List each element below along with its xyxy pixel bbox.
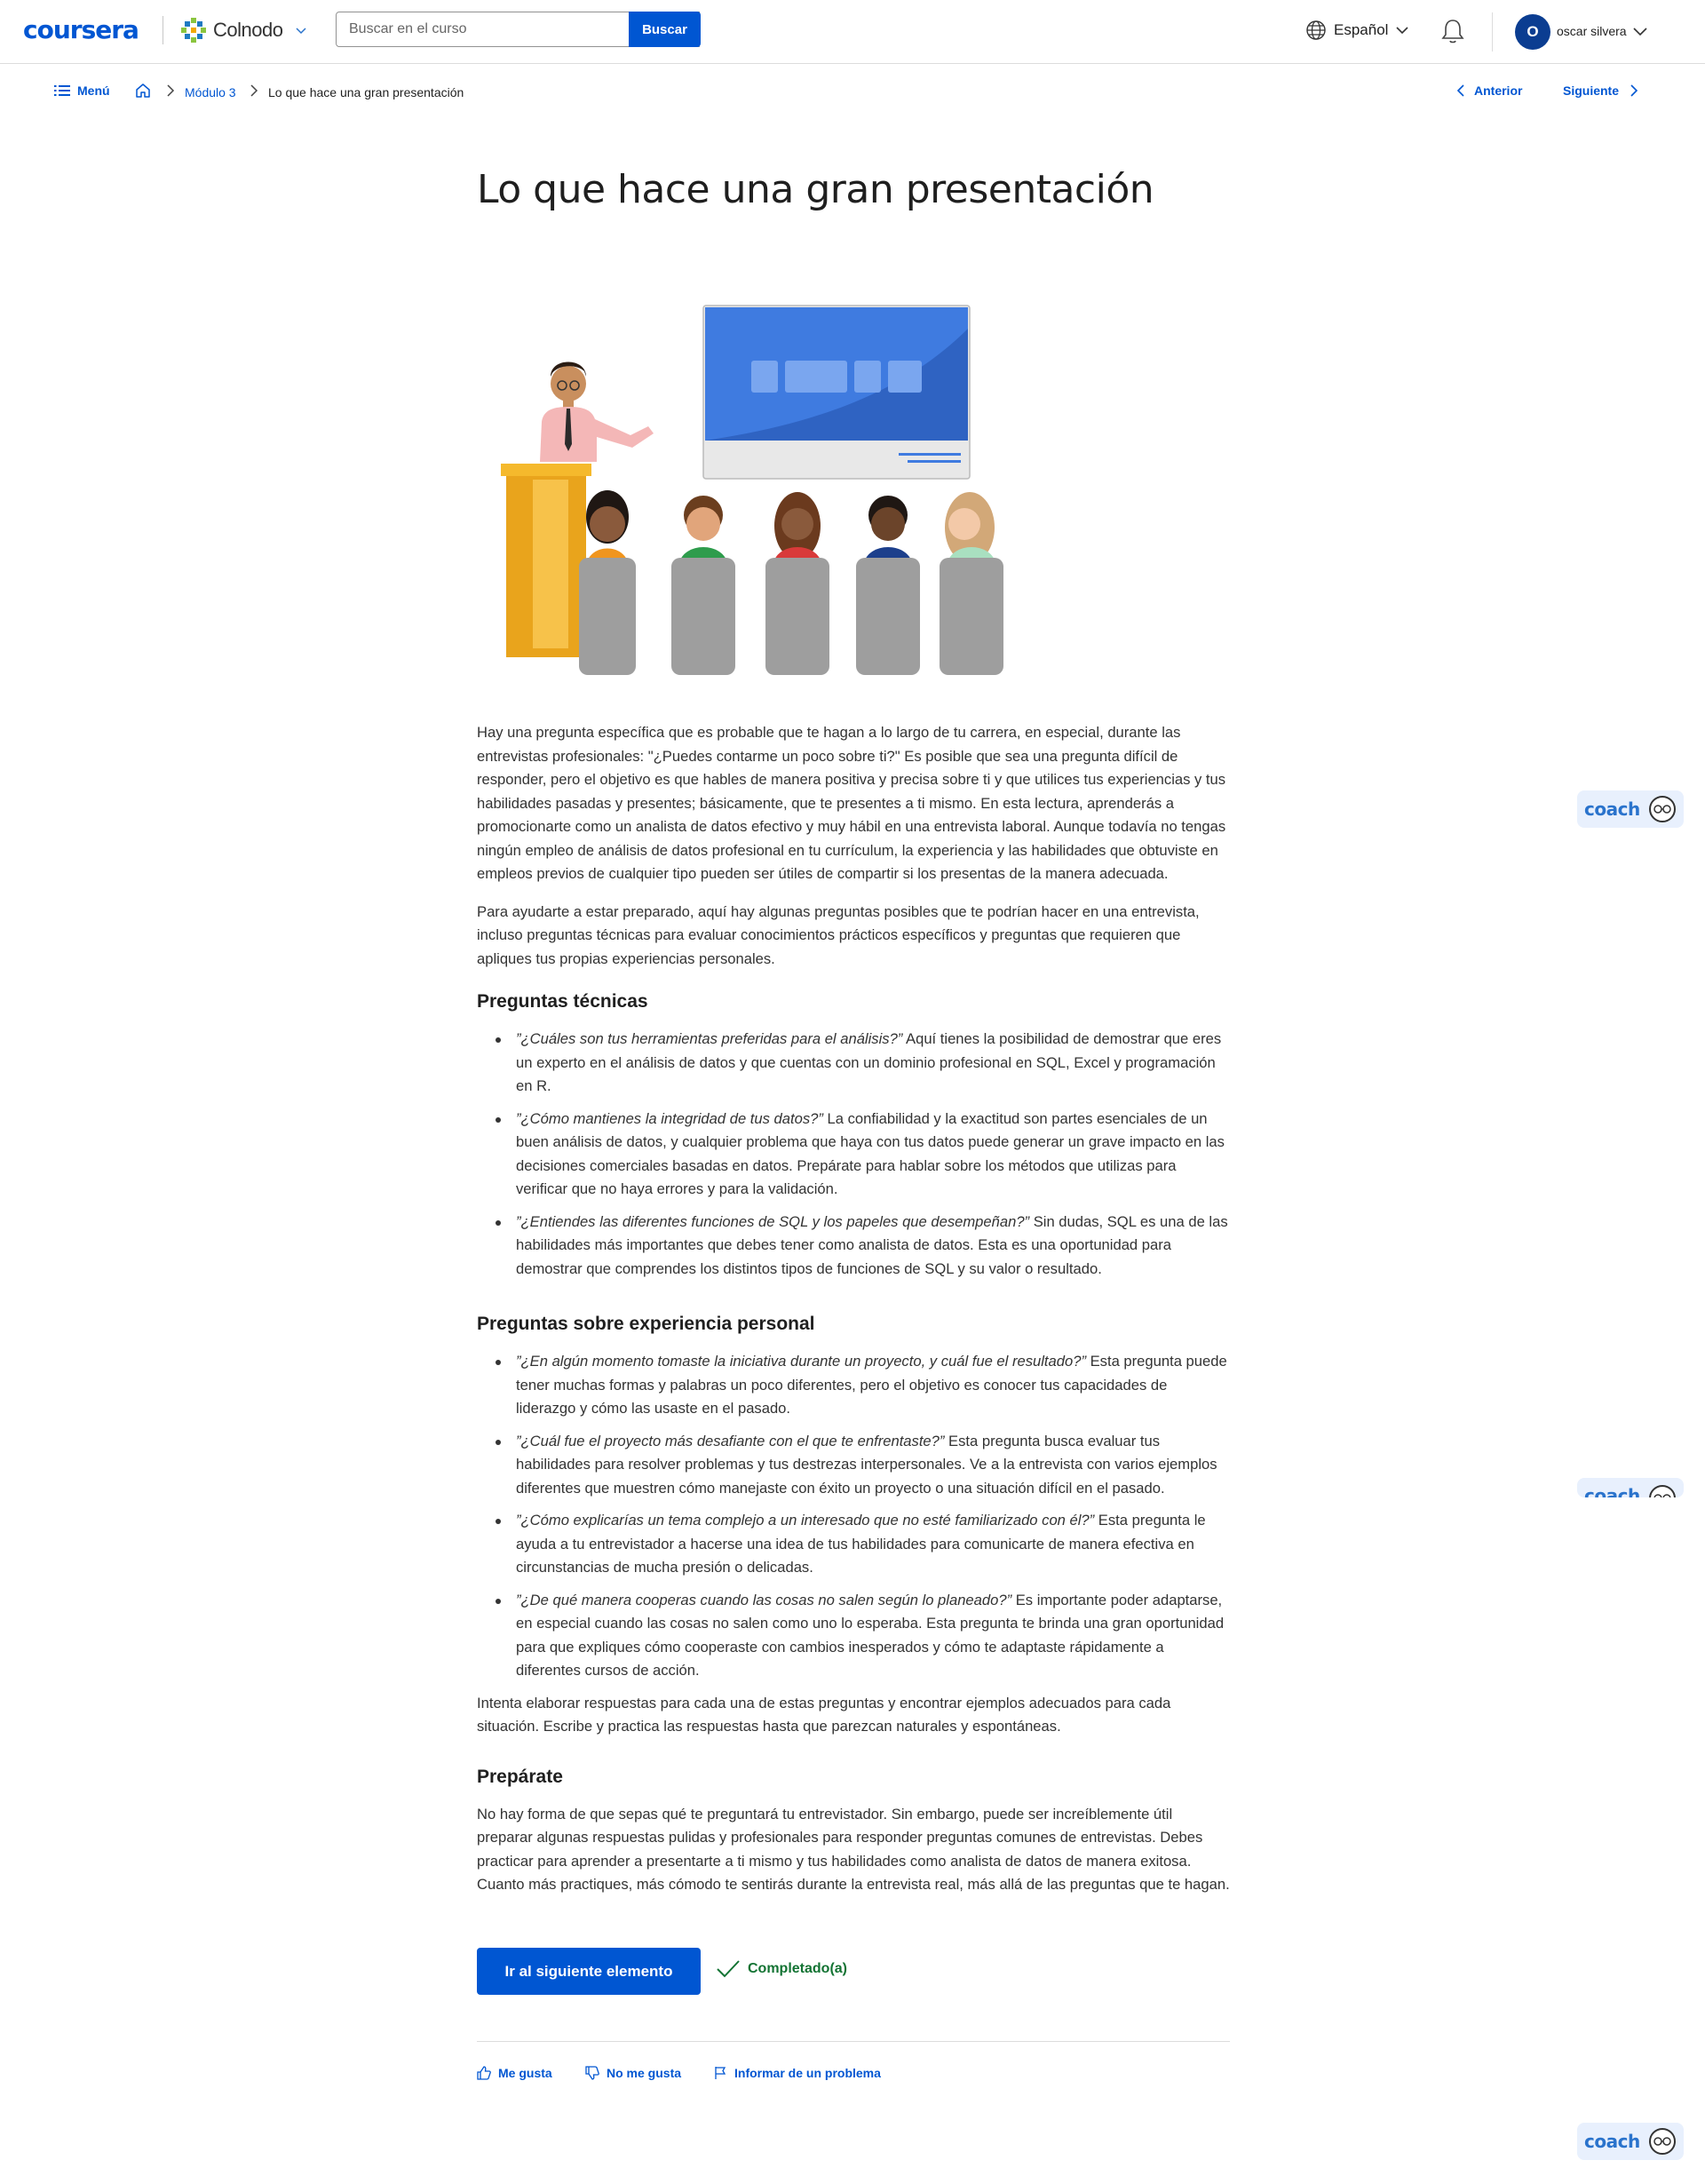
checkmark-icon [717,1960,740,1978]
divider [477,2041,1230,2042]
coach-button[interactable]: coach [1577,1478,1684,1497]
menu-button[interactable]: Menú [54,83,110,98]
home-icon[interactable] [135,83,151,99]
reading-content: Hay una pregunta específica que es proba… [477,721,1230,1911]
intro-paragraph: Hay una pregunta específica que es proba… [477,724,1226,882]
question-text: ”¿De qué manera cooperas cuando las cosa… [516,1591,1012,1608]
report-label: Informar de un problema [734,2066,881,2080]
chevron-right-icon [250,84,258,97]
dislike-label: No me gusta [607,2066,682,2080]
coursera-logo[interactable]: coursera [23,15,139,44]
presentation-illustration [501,305,1003,675]
list-item: ”¿Cómo explicarías un tema complejo a un… [496,1509,1230,1580]
question-text: ”¿Cómo explicarías un tema complejo a un… [516,1512,1095,1529]
flag-icon [715,2067,726,2079]
technical-questions-list: ”¿Cuáles son tus herramientas preferidas… [496,1028,1230,1282]
dislike-button[interactable]: No me gusta [585,2066,681,2080]
question-text: ”¿En algún momento tomaste la iniciativa… [516,1353,1086,1370]
search-button[interactable]: Buscar [629,12,701,47]
question-text: ”¿Entiendes las diferentes funciones de … [516,1212,1030,1230]
list-item: ”¿Cuáles son tus herramientas preferidas… [496,1028,1230,1099]
list-item: ”¿De qué manera cooperas cuando las cosa… [496,1589,1230,1683]
breadcrumb: Menú Módulo 3 Lo que hace una gran prese… [0,80,1705,105]
previous-item-link[interactable]: Anterior [1456,83,1522,98]
coach-icon [1648,796,1676,822]
chevron-down-icon [1396,27,1409,35]
username[interactable]: oscar silvera [1557,24,1627,38]
report-problem-button[interactable]: Informar de un problema [713,2066,881,2080]
section-heading-personal: Preguntas sobre experiencia personal [477,1314,815,1334]
like-button[interactable]: Me gusta [477,2066,552,2080]
coach-button[interactable]: coach [1577,2123,1684,2160]
avatar[interactable]: O [1515,14,1550,50]
coach-icon [1648,2128,1676,2155]
list-menu-icon [54,85,70,96]
list-item: ”¿En algún momento tomaste la iniciativa… [496,1350,1230,1421]
section-heading-prepare: Prepárate [477,1766,563,1787]
list-item: ”¿Cuál fue el proyecto más desafiante co… [496,1430,1230,1501]
list-item: ”¿Cómo mantienes la integridad de tus da… [496,1108,1230,1202]
coach-label: coach [1584,1485,1640,1497]
chevron-down-icon[interactable] [1632,24,1648,40]
previous-label: Anterior [1474,83,1523,98]
question-text: ”¿Cuáles son tus herramientas preferidas… [516,1030,903,1047]
chevron-down-icon[interactable] [295,25,307,37]
intro-paragraph: Para ayudarte a estar preparado, aquí ha… [477,902,1200,967]
breadcrumb-current-item: Lo que hace una gran presentación [268,85,464,99]
coach-label: coach [1584,798,1640,820]
chevron-right-icon [167,84,175,97]
language-label: Español [1334,21,1389,38]
header-divider [1492,12,1493,52]
prepare-paragraph: No hay forma de que sepas qué te pregunt… [477,1805,1230,1894]
coach-label: coach [1584,2131,1640,2152]
language-selector[interactable]: Español [1305,20,1409,41]
notifications-bell-icon[interactable] [1440,18,1465,44]
personal-questions-list: ”¿En algún momento tomaste la iniciativa… [496,1350,1230,1683]
completed-label: Completado(a) [748,1961,847,1976]
coach-button[interactable]: coach [1577,790,1684,828]
next-label: Siguiente [1563,83,1620,98]
page-title: Lo que hace una gran presentación [477,167,1154,212]
chevron-right-icon [1630,84,1638,97]
top-navigation-bar: coursera Colnodo Buscar Es [0,0,1705,64]
partner-logo[interactable]: Colnodo [179,14,283,46]
thumbs-up-icon [477,2066,491,2080]
next-item-link[interactable]: Siguiente [1563,83,1638,98]
like-label: Me gusta [498,2066,552,2080]
chevron-left-icon [1456,84,1464,97]
question-text: ”¿Cómo mantienes la integridad de tus da… [516,1109,823,1127]
menu-label: Menú [77,83,110,98]
completed-status: Completado(a) [716,1959,847,1979]
question-text: ”¿Cuál fue el proyecto más desafiante co… [516,1432,945,1449]
partner-name: Colnodo [213,19,283,41]
breadcrumb-module-link[interactable]: Módulo 3 [185,85,236,99]
section-heading-technical: Preguntas técnicas [477,991,648,1012]
next-item-button[interactable]: Ir al siguiente elemento [477,1948,701,1995]
coach-icon [1648,1485,1676,1497]
colnodo-logo-icon [179,16,208,44]
thumbs-down-icon [585,2066,599,2080]
closing-paragraph: Intenta elaborar respuestas para cada un… [477,1694,1171,1735]
globe-icon [1306,20,1326,40]
list-item: ”¿Entiendes las diferentes funciones de … [496,1211,1230,1282]
